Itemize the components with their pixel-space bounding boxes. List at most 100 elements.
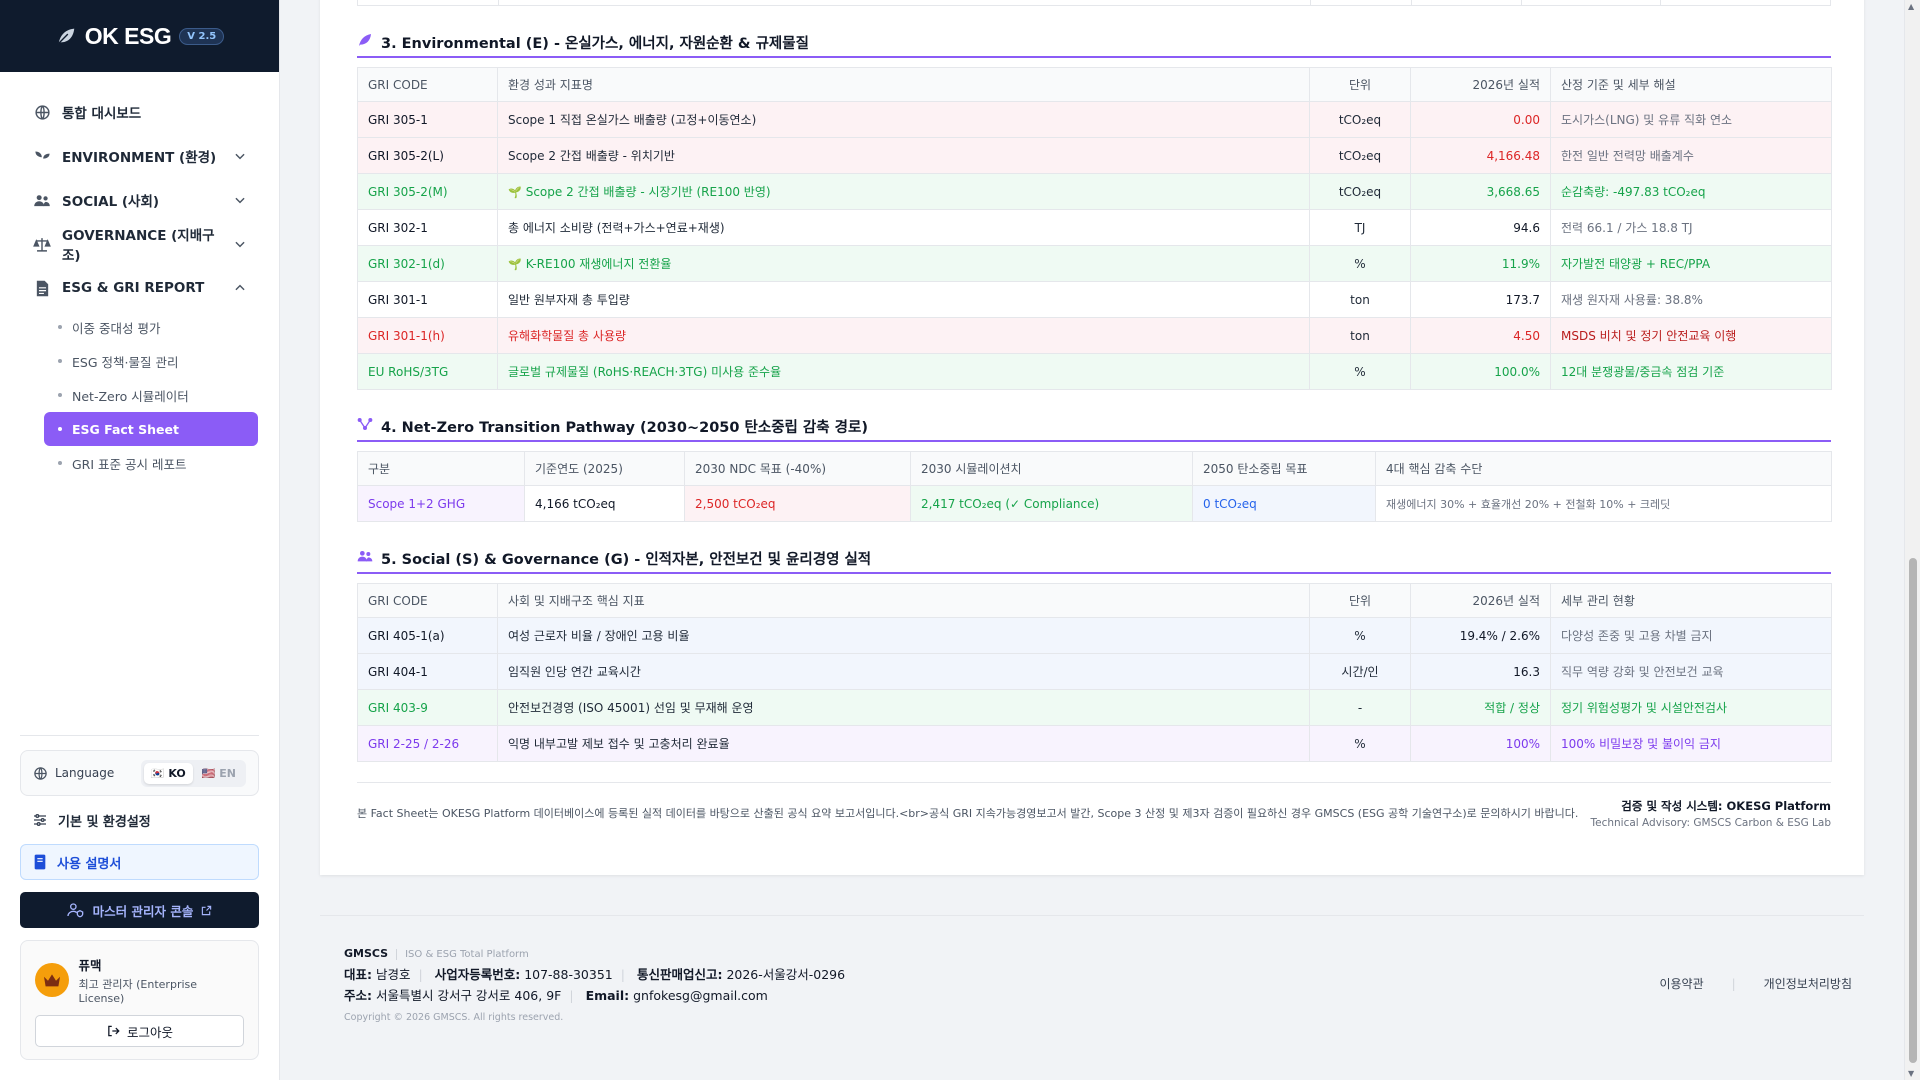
value: 173.7 — [1410, 281, 1551, 318]
unit: % — [1309, 353, 1411, 390]
indicator-name-cell: 🌱 K-RE100 재생에너지 전환율 — [497, 245, 1310, 282]
unit: TJ — [1309, 209, 1411, 246]
netzero-table: 구분 기준연도 (2025) 2030 NDC 목표 (-40%) 2030 시… — [357, 451, 1832, 522]
lang-en-label: EN — [219, 766, 236, 780]
sidebar: OK ESG V 2.5 통합 대시보드 ENVIRONMENT (환경) SO… — [0, 0, 280, 1080]
note: 재생 원자재 사용률: 38.8% — [1550, 281, 1832, 318]
sub-item-materiality[interactable]: 이중 중대성 평가 — [44, 310, 259, 344]
scroll-thumb[interactable] — [1909, 558, 1917, 1063]
external-link-icon — [202, 905, 212, 915]
sub-item-policy[interactable]: ESG 정책·물질 관리 — [44, 344, 259, 378]
value: 4,166.48 — [1410, 137, 1551, 174]
sub-item-gri-report[interactable]: GRI 표준 공시 레포트 — [44, 446, 259, 480]
table-row: GRI 305-2(L) Scope 2 간접 배출량 - 위치기반 tCO₂e… — [357, 137, 1832, 174]
scroll-up-arrow-icon[interactable]: ▲ — [1908, 2, 1914, 11]
lang-ko-button[interactable]: 🇰🇷 KO — [143, 762, 193, 784]
nav-dashboard[interactable]: 통합 대시보드 — [20, 90, 259, 134]
unit: % — [1309, 725, 1411, 762]
col-header: 2030 NDC 목표 (-40%) — [684, 451, 911, 486]
table-row: GRI 404-1 임직원 인당 연간 교육시간 시간/인 16.3 직무 역량… — [357, 653, 1832, 690]
col-header: 사회 및 지배구조 핵심 지표 — [497, 583, 1310, 618]
gri-code: GRI 305-2(M) — [357, 173, 498, 210]
document-icon — [32, 278, 52, 298]
sidebar-bottom: Language 🇰🇷 KO 🇺🇸 EN 기본 및 환경설정 사용 설명서 마스… — [20, 735, 259, 1060]
language-label: Language — [33, 766, 141, 781]
previous-table-edge — [357, 0, 1831, 6]
gri-code: GRI 305-1 — [357, 101, 498, 138]
terms-link[interactable]: 이용약관 — [1659, 975, 1703, 992]
value: 19.4% / 2.6% — [1410, 617, 1551, 654]
privacy-link[interactable]: 개인정보처리방침 — [1764, 975, 1852, 992]
globe-icon — [34, 766, 47, 780]
indicator-name: Scope 1 직접 온실가스 배출량 (고정+이동연소) — [497, 101, 1310, 138]
note: 전력 66.1 / 가스 18.8 TJ — [1550, 209, 1832, 246]
bullet-icon — [58, 393, 62, 397]
nav-governance[interactable]: GOVERNANCE (지배구조) — [20, 222, 259, 266]
indicator-name: Scope 2 간접 배출량 - 위치기반 — [497, 137, 1310, 174]
manual-link[interactable]: 사용 설명서 — [20, 844, 259, 880]
nav-social-label: SOCIAL (사회) — [62, 194, 160, 210]
gri-code: GRI 404-1 — [357, 653, 498, 690]
chevron-down-icon[interactable] — [233, 149, 247, 163]
neutral-target-value: 0 tCO₂eq — [1192, 485, 1376, 522]
separator: | — [569, 988, 574, 1003]
chevron-up-icon[interactable] — [233, 281, 247, 295]
admin-console-label: 마스터 관리자 콘솔 — [92, 903, 194, 919]
logout-button[interactable]: 로그아웃 — [35, 1015, 244, 1047]
ndc-target-value: 2,500 tCO₂eq — [684, 485, 911, 522]
settings-link[interactable]: 기본 및 환경설정 — [20, 802, 259, 838]
sub-item-label: Net-Zero 시뮬레이터 — [72, 388, 189, 404]
bullet-icon — [58, 325, 62, 329]
verify-system: 검증 및 작성 시스템: OKESG Platform — [1621, 799, 1831, 813]
section-title-text: 5. Social (S) & Governance (G) - 인적자본, 안… — [381, 552, 872, 568]
unit: tCO₂eq — [1309, 137, 1411, 174]
chevron-down-icon[interactable] — [233, 193, 247, 207]
nav-esg-report[interactable]: ESG & GRI REPORT — [20, 266, 259, 310]
sub-item-netzero[interactable]: Net-Zero 시뮬레이터 — [44, 378, 259, 412]
brand-header[interactable]: OK ESG V 2.5 — [0, 0, 279, 72]
unit: ton — [1309, 317, 1411, 354]
language-toggle: 🇰🇷 KO 🇺🇸 EN — [140, 759, 246, 787]
col-header: GRI CODE — [357, 67, 498, 102]
footer-tagline: ISO & ESG Total Platform — [396, 949, 529, 960]
sub-item-fact-sheet[interactable]: ESG Fact Sheet — [44, 412, 258, 446]
value: 94.6 — [1410, 209, 1551, 246]
pathway-category: Scope 1+2 GHG — [357, 485, 525, 522]
indicator-name: K-RE100 재생에너지 전환율 — [525, 257, 672, 271]
nav-social[interactable]: SOCIAL (사회) — [20, 178, 259, 222]
sliders-icon — [34, 814, 46, 826]
sub-item-label: GRI 표준 공시 레포트 — [72, 456, 187, 472]
seedling-icon: 🌱 — [508, 186, 522, 199]
nav-environment[interactable]: ENVIRONMENT (환경) — [20, 134, 259, 178]
col-header: 환경 성과 지표명 — [497, 67, 1310, 102]
leaf-logo-icon — [57, 28, 75, 44]
logout-icon — [108, 1025, 120, 1037]
note: 정기 위험성평가 및 시설안전검사 — [1550, 689, 1832, 726]
value: 11.9% — [1410, 245, 1551, 282]
col-header: 4대 핵심 감축 수단 — [1375, 451, 1832, 486]
note: 다양성 존중 및 고용 차별 금지 — [1550, 617, 1832, 654]
indicator-name: 총 에너지 소비량 (전력+가스+연료+재생) — [497, 209, 1310, 246]
value: 100.0% — [1410, 353, 1551, 390]
gri-code: GRI 405-1(a) — [357, 617, 498, 654]
settings-label: 기본 및 환경설정 — [58, 814, 151, 830]
bullet-icon — [58, 359, 62, 363]
environmental-table: GRI CODE 환경 성과 지표명 단위 2026년 실적 산정 기준 및 세… — [357, 67, 1832, 390]
user-meta: 퓨맥 최고 관리자 (Enterprise License) — [79, 955, 244, 1005]
admin-console-button[interactable]: 마스터 관리자 콘솔 — [20, 892, 259, 928]
nav-environment-label: ENVIRONMENT (환경) — [62, 150, 217, 166]
chevron-down-icon[interactable] — [233, 237, 247, 251]
footnote-divider — [357, 782, 1831, 783]
version-badge: V 2.5 — [179, 27, 225, 45]
table-header-row: GRI CODE 환경 성과 지표명 단위 2026년 실적 산정 기준 및 세… — [357, 67, 1832, 102]
table-divider — [1521, 0, 1522, 5]
sub-item-label: ESG 정책·물질 관리 — [72, 354, 179, 370]
col-header: 세부 관리 현황 — [1550, 583, 1832, 618]
lang-en-button[interactable]: 🇺🇸 EN — [195, 763, 243, 784]
main-nav: 통합 대시보드 ENVIRONMENT (환경) SOCIAL (사회) GOV… — [0, 72, 279, 480]
scroll-down-arrow-icon[interactable]: ▼ — [1908, 1069, 1914, 1078]
col-header: 2026년 실적 — [1410, 583, 1551, 618]
table-header-row: GRI CODE 사회 및 지배구조 핵심 지표 단위 2026년 실적 세부 … — [357, 583, 1832, 618]
page-scrollbar[interactable]: ▲ ▼ — [1904, 0, 1920, 1080]
email-value[interactable]: gnfokesg@gmail.com — [633, 988, 768, 1003]
